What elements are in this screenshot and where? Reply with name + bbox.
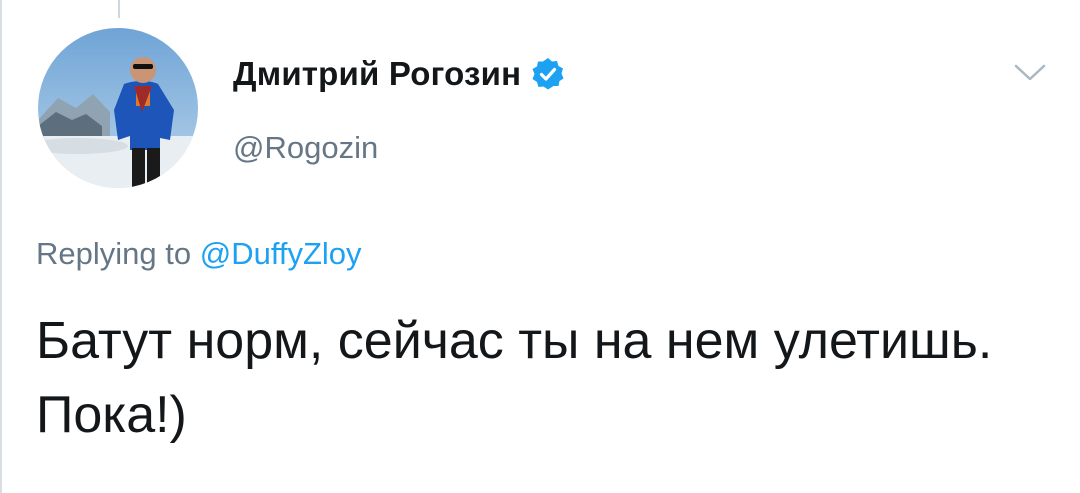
left-border (0, 0, 2, 493)
reply-context-prefix: Replying to (36, 236, 200, 271)
chevron-down-icon[interactable] (1010, 58, 1050, 86)
avatar-photo-mountain-icon (38, 28, 198, 188)
author-display-name[interactable]: Дмитрий Рогозин (233, 55, 521, 93)
reply-mention-link[interactable]: @DuffyZloy (200, 236, 362, 271)
avatar[interactable] (38, 28, 198, 188)
tweet-text: Батут норм, сейчас ты на нем улетишь. По… (36, 312, 993, 444)
verified-badge-icon (532, 58, 564, 90)
author-handle[interactable]: @Rogozin (233, 130, 378, 166)
author-name-row[interactable]: Дмитрий Рогозин (233, 54, 565, 94)
reply-context: Replying to @DuffyZloy (36, 236, 362, 272)
thread-connector-line (118, 0, 120, 18)
